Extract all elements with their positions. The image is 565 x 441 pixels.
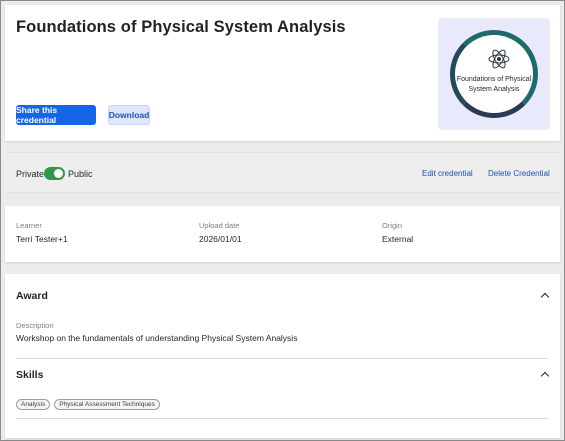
toggle-knob xyxy=(54,169,63,178)
description-value: Workshop on the fundamentals of understa… xyxy=(16,333,298,343)
skill-chip: Physical Assessment Techniques xyxy=(54,399,160,410)
atom-icon xyxy=(488,49,510,69)
origin-value: External xyxy=(382,234,414,244)
skill-chip: Analysis xyxy=(16,399,51,410)
award-skills-card: Award Description Workshop on the fundam… xyxy=(5,274,560,438)
origin-label: Origin xyxy=(382,221,403,230)
download-button[interactable]: Download xyxy=(108,105,150,125)
chevron-up-icon[interactable] xyxy=(540,371,550,381)
upload-date-value: 2026/01/01 xyxy=(199,234,242,244)
badge-ring: Foundations of Physical System Analysis xyxy=(450,30,538,118)
visibility-toggle[interactable] xyxy=(44,167,65,180)
upload-date-field: Upload date 2026/01/01 xyxy=(199,221,242,244)
learner-label: Learner xyxy=(16,221,42,230)
visibility-bar: Private Public Edit credential Delete Cr… xyxy=(5,152,560,193)
section-divider xyxy=(16,418,548,419)
credential-title: Foundations of Physical System Analysis xyxy=(16,18,346,36)
award-heading: Award xyxy=(16,290,48,302)
upload-date-label: Upload date xyxy=(199,221,240,230)
credential-header-card: Foundations of Physical System Analysis … xyxy=(5,5,560,141)
share-credential-button[interactable]: Share this credential xyxy=(16,105,96,125)
private-label: Private xyxy=(16,169,45,179)
skills-list: Analysis Physical Assessment Techniques xyxy=(16,399,160,410)
learner-value: Terri Tester+1 xyxy=(16,234,68,244)
credential-info-card: Learner Terri Tester+1 Upload date 2026/… xyxy=(5,206,560,262)
edit-credential-link[interactable]: Edit credential xyxy=(422,169,473,178)
badge-text: Foundations of Physical System Analysis xyxy=(456,76,532,93)
section-divider xyxy=(16,358,548,359)
description-label: Description xyxy=(16,321,54,330)
learner-field: Learner Terri Tester+1 xyxy=(16,221,68,244)
skills-heading: Skills xyxy=(16,369,44,381)
origin-field: Origin External xyxy=(382,221,413,244)
delete-credential-link[interactable]: Delete Credential xyxy=(488,169,550,178)
chevron-up-icon[interactable] xyxy=(540,292,550,302)
public-label: Public xyxy=(68,169,93,179)
badge-image: Foundations of Physical System Analysis xyxy=(438,18,550,130)
app-frame: Foundations of Physical System Analysis … xyxy=(0,0,565,441)
